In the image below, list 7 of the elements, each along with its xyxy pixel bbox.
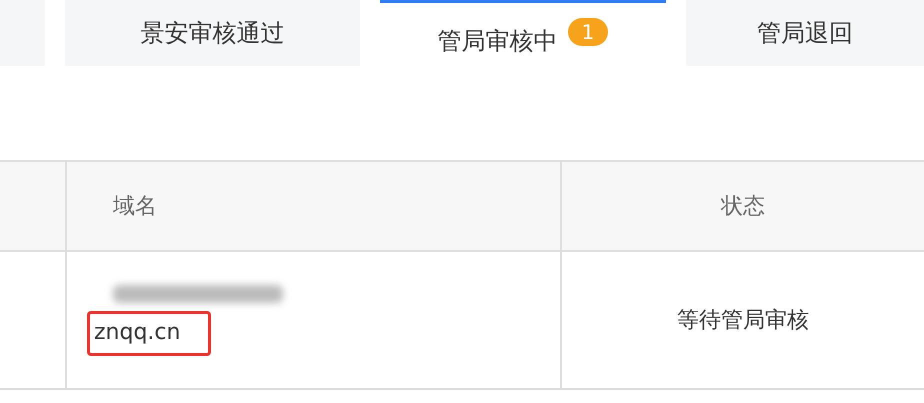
tab[interactable]: 管局退回	[686, 0, 924, 66]
count-badge: 1	[568, 18, 608, 46]
column-header: 域名	[65, 162, 560, 252]
tab[interactable]: 景安审核通过	[65, 0, 360, 66]
status-text: 等待管局审核	[560, 252, 924, 390]
domain-text: znqq.cn	[87, 310, 212, 356]
column-header: 状态	[560, 162, 924, 252]
